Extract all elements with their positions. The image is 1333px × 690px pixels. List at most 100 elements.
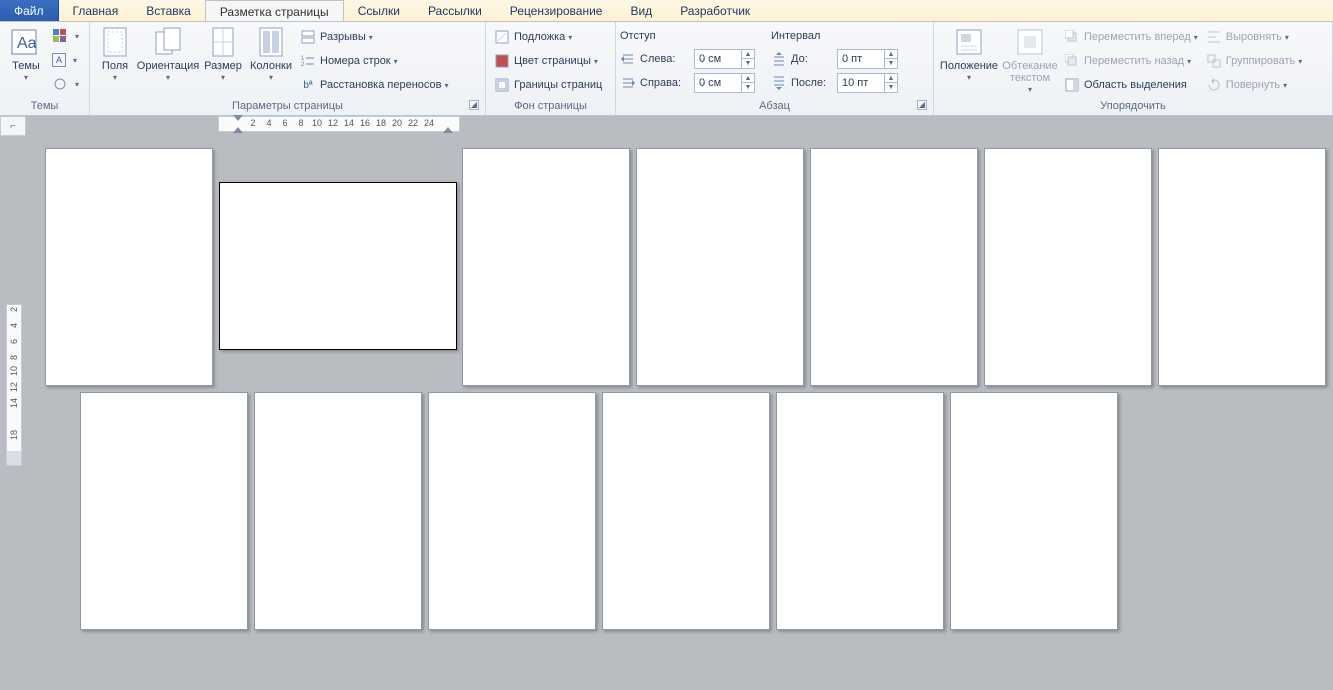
wrap-text-label: Обтекание текстом bbox=[1000, 60, 1060, 84]
ruler-tick: 18 bbox=[376, 118, 386, 128]
page-thumbnail[interactable] bbox=[428, 392, 596, 630]
themes-label: Темы bbox=[12, 60, 40, 72]
group-page-setup: Поля▾ Ориентация▾ Размер▾ Колонки▾ Разры… bbox=[90, 22, 486, 115]
wrap-text-button[interactable]: Обтекание текстом▾ bbox=[1000, 24, 1060, 96]
rotate-button[interactable]: Повернуть▾ bbox=[1202, 74, 1307, 96]
ruler-tick: 24 bbox=[424, 118, 434, 128]
line-numbers-button[interactable]: 12Номера строк▾ bbox=[296, 50, 453, 72]
spin-up-icon[interactable]: ▲ bbox=[742, 50, 754, 59]
ruler-tick: 8 bbox=[298, 118, 303, 128]
ruler-tick: 14 bbox=[344, 118, 354, 128]
horizontal-ruler[interactable]: 2 4 6 8 10 12 14 16 18 20 22 24 bbox=[218, 116, 460, 132]
ruler-tick: 10 bbox=[312, 118, 322, 128]
bring-forward-button[interactable]: Переместить вперед▾ bbox=[1060, 26, 1202, 48]
page-thumbnail[interactable] bbox=[984, 148, 1152, 386]
spin-down-icon[interactable]: ▼ bbox=[885, 59, 897, 68]
page-color-label: Цвет страницы bbox=[514, 55, 591, 67]
themes-button[interactable]: Aa Темы ▾ bbox=[4, 24, 48, 96]
tab-developer[interactable]: Разработчик bbox=[666, 0, 764, 21]
group-icon bbox=[1206, 53, 1222, 69]
align-button[interactable]: Выровнять▾ bbox=[1202, 26, 1307, 48]
ruler-tick: 20 bbox=[392, 118, 402, 128]
ruler-tick: 16 bbox=[360, 118, 370, 128]
group-arrange: Положение▾ Обтекание текстом▾ Переместит… bbox=[934, 22, 1333, 115]
document-area[interactable]: ⌐ 2 4 6 8 10 12 14 16 18 20 22 24 2 4 6 … bbox=[0, 116, 1333, 690]
indent-marker-bottom[interactable] bbox=[233, 127, 243, 133]
tab-insert[interactable]: Вставка bbox=[132, 0, 205, 21]
tab-file[interactable]: Файл bbox=[0, 0, 59, 21]
space-after-icon bbox=[771, 75, 787, 91]
spin-up-icon[interactable]: ▲ bbox=[742, 74, 754, 83]
indent-left-input[interactable]: 0 см▲▼ bbox=[694, 49, 755, 69]
tab-review[interactable]: Рецензирование bbox=[496, 0, 617, 21]
ruler-tick: 22 bbox=[408, 118, 418, 128]
group-paragraph-label: Абзац◢ bbox=[620, 98, 929, 115]
page-thumbnail[interactable] bbox=[810, 148, 978, 386]
space-before-input[interactable]: 0 пт▲▼ bbox=[837, 49, 898, 69]
columns-label: Колонки bbox=[250, 60, 292, 72]
theme-fonts-button[interactable]: A▾ bbox=[48, 49, 83, 71]
breaks-button[interactable]: Разрывы▾ bbox=[296, 26, 453, 48]
orientation-icon bbox=[152, 26, 184, 58]
position-button[interactable]: Положение▾ bbox=[938, 24, 1000, 96]
bring-forward-label: Переместить вперед bbox=[1084, 31, 1191, 43]
page-thumbnail[interactable] bbox=[462, 148, 630, 386]
margins-button[interactable]: Поля▾ bbox=[94, 24, 136, 96]
spin-down-icon[interactable]: ▼ bbox=[742, 83, 754, 92]
theme-colors-button[interactable]: ▾ bbox=[48, 25, 83, 47]
page-thumbnail-selected[interactable] bbox=[219, 182, 457, 350]
page-thumbnail[interactable] bbox=[602, 392, 770, 630]
spin-down-icon[interactable]: ▼ bbox=[742, 59, 754, 68]
indent-right-input[interactable]: 0 см▲▼ bbox=[694, 73, 755, 93]
group-page-background: Подложка▾ Цвет страницы▾ Границы страниц… bbox=[486, 22, 616, 115]
svg-text:Aa: Aa bbox=[17, 35, 37, 52]
indent-marker-right[interactable] bbox=[443, 127, 453, 133]
indent-left-label: Слева: bbox=[640, 53, 690, 65]
breaks-label: Разрывы bbox=[320, 31, 366, 43]
spin-down-icon[interactable]: ▼ bbox=[885, 83, 897, 92]
indent-marker-top[interactable] bbox=[233, 115, 243, 121]
watermark-button[interactable]: Подложка▾ bbox=[490, 26, 606, 48]
themes-icon: Aa bbox=[10, 26, 42, 58]
space-after-input[interactable]: 10 пт▲▼ bbox=[837, 73, 898, 93]
orientation-button[interactable]: Ориентация▾ bbox=[136, 24, 200, 96]
spin-up-icon[interactable]: ▲ bbox=[885, 74, 897, 83]
page-thumbnail[interactable] bbox=[80, 392, 248, 630]
tab-mailings[interactable]: Рассылки bbox=[414, 0, 496, 21]
page-thumbnail[interactable] bbox=[776, 392, 944, 630]
size-button[interactable]: Размер▾ bbox=[200, 24, 246, 96]
pages-container bbox=[0, 136, 1333, 690]
page-thumbnail[interactable] bbox=[1158, 148, 1326, 386]
page-thumbnail[interactable] bbox=[950, 392, 1118, 630]
ruler-tick: 6 bbox=[282, 118, 287, 128]
group-button[interactable]: Группировать▾ bbox=[1202, 50, 1307, 72]
page-color-icon bbox=[494, 53, 510, 69]
spacing-header: Интервал bbox=[771, 26, 898, 46]
selection-pane-button[interactable]: Область выделения bbox=[1060, 74, 1202, 96]
tab-view[interactable]: Вид bbox=[616, 0, 666, 21]
send-backward-button[interactable]: Переместить назад▾ bbox=[1060, 50, 1202, 72]
columns-button[interactable]: Колонки▾ bbox=[246, 24, 296, 96]
tab-home[interactable]: Главная bbox=[59, 0, 133, 21]
tab-page-layout[interactable]: Разметка страницы bbox=[205, 0, 344, 21]
page-setup-launcher[interactable]: ◢ bbox=[469, 100, 479, 110]
ribbon: Aa Темы ▾ ▾ A▾ ▾ Темы Поля▾ Ориентация▾ bbox=[0, 22, 1333, 116]
dropdown-icon: ▾ bbox=[24, 73, 28, 82]
page-borders-label: Границы страниц bbox=[514, 79, 602, 91]
tab-references[interactable]: Ссылки bbox=[344, 0, 414, 21]
ruler-corner[interactable]: ⌐ bbox=[0, 116, 26, 136]
spin-up-icon[interactable]: ▲ bbox=[885, 50, 897, 59]
group-themes: Aa Темы ▾ ▾ A▾ ▾ Темы bbox=[0, 22, 90, 115]
align-label: Выровнять bbox=[1226, 31, 1282, 43]
hyphenation-button[interactable]: bªРасстановка переносов▾ bbox=[296, 74, 453, 96]
page-thumbnail[interactable] bbox=[636, 148, 804, 386]
page-borders-button[interactable]: Границы страниц bbox=[490, 74, 606, 96]
selection-pane-label: Область выделения bbox=[1084, 79, 1187, 91]
page-thumbnail[interactable] bbox=[254, 392, 422, 630]
page-borders-icon bbox=[494, 77, 510, 93]
indent-left-value: 0 см bbox=[695, 50, 741, 68]
paragraph-launcher[interactable]: ◢ bbox=[917, 100, 927, 110]
page-color-button[interactable]: Цвет страницы▾ bbox=[490, 50, 606, 72]
page-thumbnail[interactable] bbox=[45, 148, 213, 386]
theme-effects-button[interactable]: ▾ bbox=[48, 73, 83, 95]
